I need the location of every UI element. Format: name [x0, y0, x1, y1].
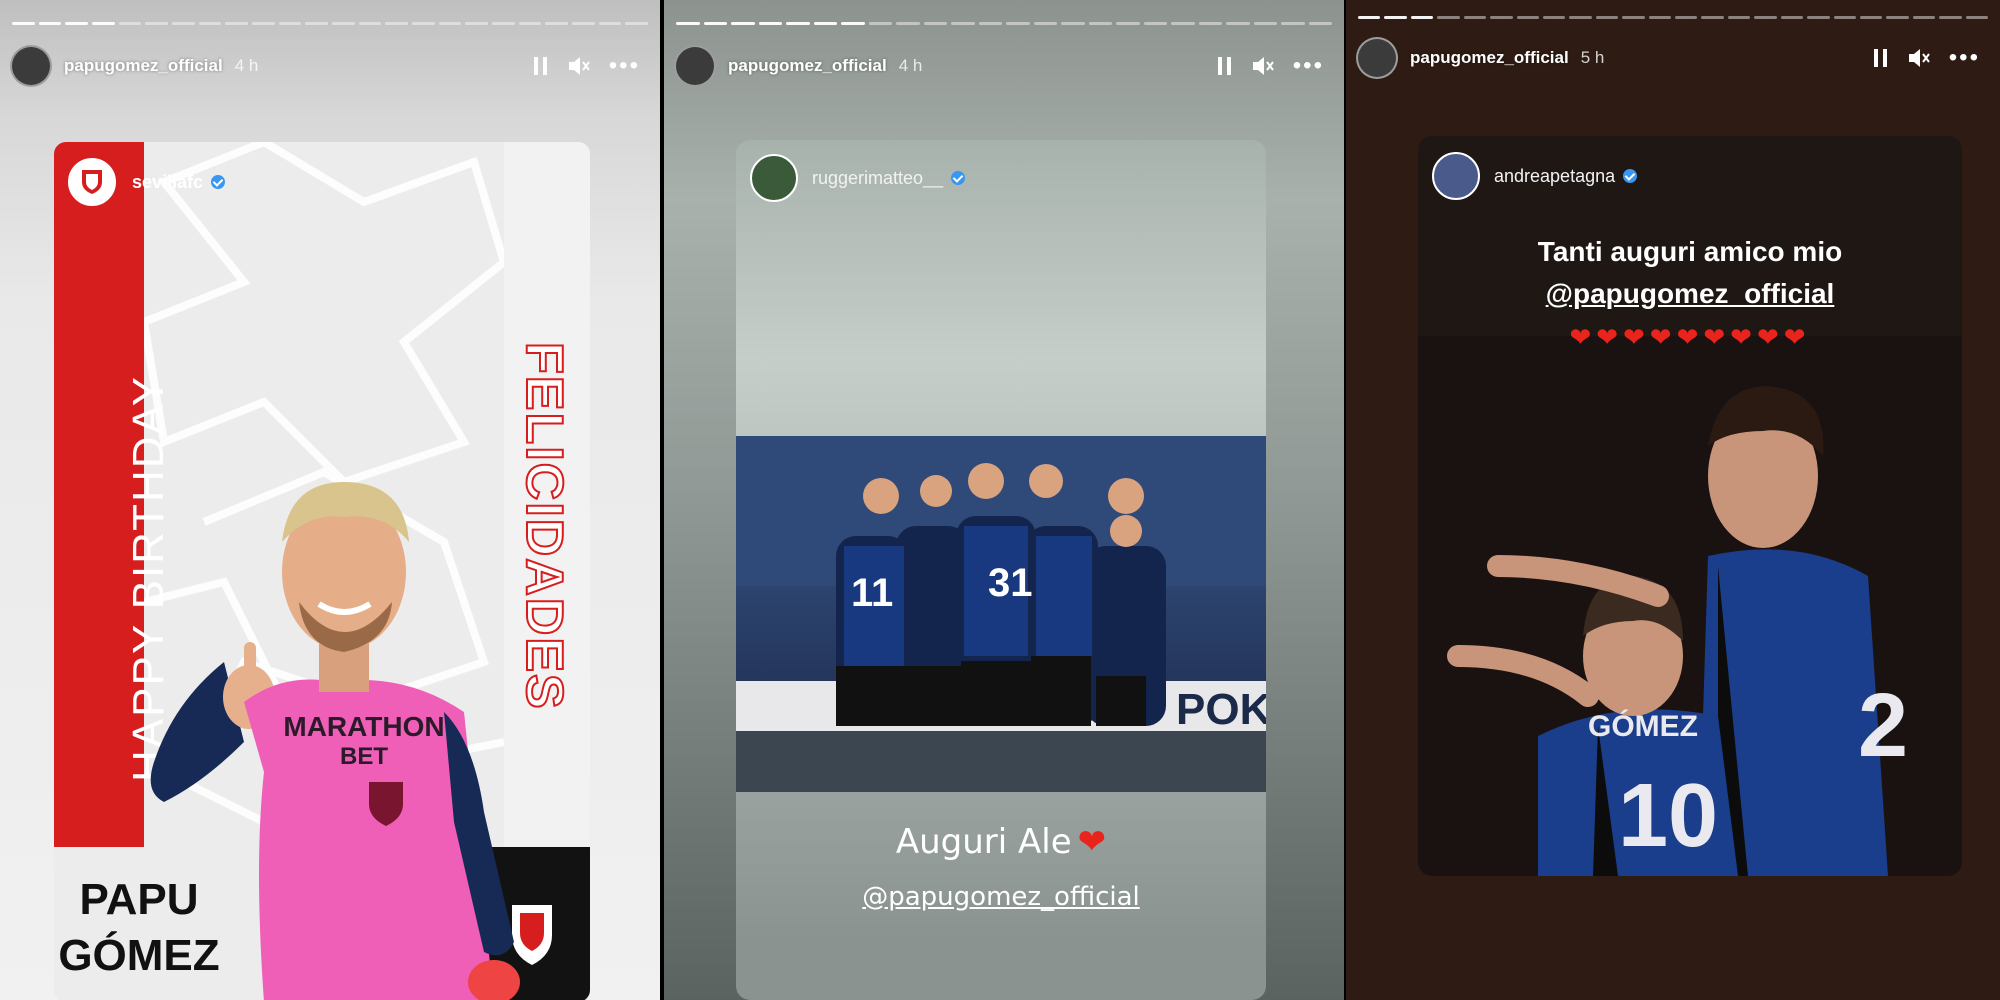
mute-icon[interactable]	[1251, 55, 1275, 77]
card-header: ruggerimatteo__	[750, 154, 966, 202]
card-username[interactable]: ruggerimatteo__	[812, 168, 943, 189]
andreapetagna-avatar[interactable]	[1432, 152, 1480, 200]
story-username[interactable]: papugomez_official	[64, 56, 223, 76]
story-time: 4 h	[234, 56, 259, 75]
more-icon[interactable]: •••	[1293, 54, 1324, 78]
jersey-number: 2	[1858, 676, 1908, 776]
jersey-number: 11	[851, 571, 893, 615]
story-progress-bar	[1358, 16, 1989, 19]
heart-icon: ❤	[1077, 822, 1107, 862]
team-photo: POK 11 31	[736, 436, 1266, 792]
sponsor-text: MARATHON BET	[283, 711, 445, 771]
story-progress-bar	[676, 22, 1332, 25]
story-header: papugomez_official 4 h •••	[664, 44, 1344, 88]
avatar[interactable]	[1356, 37, 1398, 79]
more-icon[interactable]: •••	[609, 54, 640, 78]
pause-icon[interactable]	[1873, 48, 1889, 68]
card-username[interactable]: andreapetagna	[1494, 166, 1615, 187]
story-header: papugomez_official 4 h •••	[0, 44, 660, 88]
story-text: Tanti auguri amico mio	[1537, 236, 1843, 267]
story-panel-2[interactable]: papugomez_official 4 h ••• ruggerimatteo…	[664, 0, 1344, 1000]
story-panel-3[interactable]: papugomez_official 5 h ••• GÓMEZ 10 2 an…	[1346, 0, 2000, 1000]
story-caption: Auguri Ale ❤	[895, 822, 1107, 862]
sevillafc-avatar[interactable]	[68, 158, 116, 206]
shared-post-card[interactable]: sevillafc HAPPY BIRTHDAY FELICIDADES MAR…	[54, 142, 590, 1000]
story-panel-1[interactable]: papugomez_official 4 h ••• sevillafc HAP…	[0, 0, 660, 1000]
pause-icon[interactable]	[533, 56, 549, 76]
story-username[interactable]: papugomez_official	[728, 56, 887, 76]
jersey-number: 31	[988, 561, 1033, 605]
card-username[interactable]: sevillafc	[132, 172, 203, 193]
heart-icon: ❤❤❤❤❤❤❤❤❤	[1569, 322, 1811, 352]
mute-icon[interactable]	[1907, 47, 1931, 69]
mute-icon[interactable]	[567, 55, 591, 77]
story-progress-bar	[12, 22, 649, 25]
verified-icon	[211, 175, 226, 189]
banner-text: POK	[1176, 685, 1266, 734]
verified-icon	[951, 171, 966, 185]
mention-link[interactable]: @papugomez_official	[736, 882, 1266, 912]
more-icon[interactable]: •••	[1949, 46, 1980, 70]
avatar[interactable]	[10, 45, 52, 87]
card-header: sevillafc	[68, 158, 226, 206]
mention-link[interactable]: @papugomez_official	[1418, 278, 1962, 310]
avatar[interactable]	[674, 45, 716, 87]
story-header: papugomez_official 5 h •••	[1346, 36, 2000, 80]
player-name: PAPU GÓMEZ	[58, 875, 220, 980]
verified-icon	[1623, 169, 1638, 183]
jersey-number: 10	[1618, 766, 1718, 866]
story-username[interactable]: papugomez_official	[1410, 48, 1569, 68]
pause-icon[interactable]	[1217, 56, 1233, 76]
card-header: andreapetagna	[1432, 152, 1638, 200]
jersey-name: GÓMEZ	[1588, 709, 1698, 743]
story-time: 4 h	[898, 56, 923, 75]
ruggerimatteo-avatar[interactable]	[750, 154, 798, 202]
story-time: 5 h	[1580, 48, 1605, 67]
